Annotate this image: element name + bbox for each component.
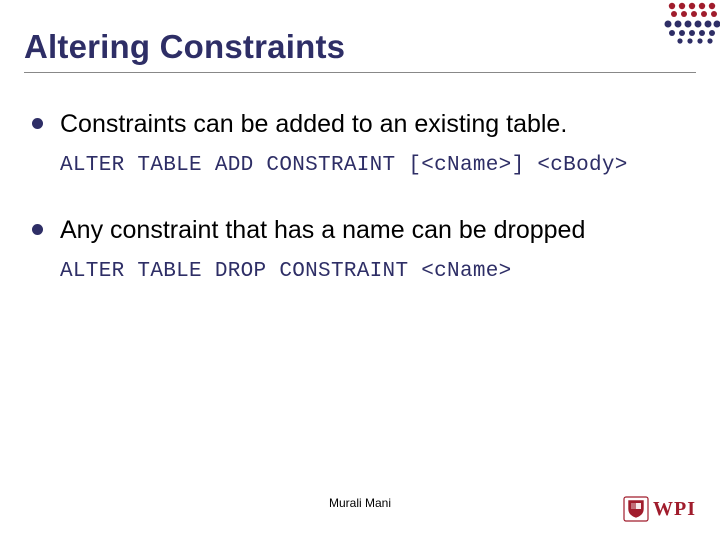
code-block: ALTER TABLE ADD CONSTRAINT [<cName>] <cB…: [60, 153, 696, 179]
list-item: Any constraint that has a name can be dr…: [30, 215, 696, 285]
shield-icon: [623, 496, 649, 522]
slide-title: Altering Constraints: [24, 28, 696, 66]
bullet-text: Any constraint that has a name can be dr…: [60, 215, 696, 245]
title-underline: [24, 72, 696, 73]
bullet-list: Constraints can be added to an existing …: [24, 109, 696, 286]
logo-text: WPI: [653, 498, 696, 521]
bullet-text: Constraints can be added to an existing …: [60, 109, 696, 139]
footer-author: Murali Mani: [0, 496, 720, 510]
wpi-logo: WPI: [623, 496, 696, 522]
slide-content: Altering Constraints Constraints can be …: [0, 0, 720, 286]
list-item: Constraints can be added to an existing …: [30, 109, 696, 179]
code-block: ALTER TABLE DROP CONSTRAINT <cName>: [60, 259, 696, 285]
